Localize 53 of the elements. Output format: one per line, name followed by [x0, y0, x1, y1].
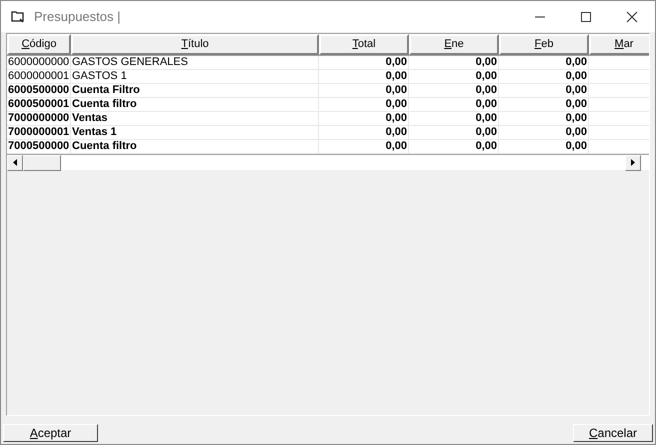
table-cell: 7000500000 — [8, 140, 70, 152]
scroll-right-button[interactable] — [625, 154, 641, 170]
table-cell: 0,00 — [566, 126, 587, 138]
column-header[interactable]: Total — [319, 34, 409, 55]
scroll-thumb[interactable] — [23, 154, 61, 170]
table-cell: GASTOS GENERALES — [72, 56, 188, 68]
table-cell: 0,00 — [476, 70, 497, 82]
table-cell: 6000500000 — [8, 84, 70, 96]
table-cell: 0,00 — [386, 56, 407, 68]
left-arrow-icon — [13, 159, 17, 166]
table-cell: 0,00 — [386, 98, 407, 110]
table-cell: Cuenta filtro — [72, 98, 137, 110]
table-cell: GASTOS 1 — [72, 70, 127, 82]
table-cell: 6000000000 — [8, 56, 70, 68]
table-cell: Ventas — [72, 112, 108, 124]
accept-button[interactable]: Aceptar — [3, 424, 98, 442]
table-cell: 0,00 — [386, 112, 407, 124]
column-header[interactable]: Código — [7, 34, 71, 55]
window-icon — [11, 10, 25, 23]
table-cell: 7000000000 — [8, 112, 70, 124]
table-cell: Ventas 1 — [72, 126, 117, 138]
table-cell: Cuenta Filtro — [72, 84, 140, 96]
column-header[interactable]: Mar — [589, 34, 649, 55]
table-cell: 0,00 — [386, 140, 407, 152]
table-cell: 0,00 — [476, 56, 497, 68]
maximize-icon[interactable] — [580, 10, 592, 22]
window-title: Presupuestos | — [34, 8, 120, 26]
table-cell: 0,00 — [566, 140, 587, 152]
close-icon[interactable] — [626, 10, 638, 22]
table-cell: Cuenta filtro — [72, 140, 137, 152]
right-arrow-icon — [631, 159, 635, 166]
table-cell: 0,00 — [566, 112, 587, 124]
column-header[interactable]: Feb — [499, 34, 589, 55]
column-header[interactable]: Ene — [409, 34, 499, 55]
table-cell: 0,00 — [476, 112, 497, 124]
table-cell: 0,00 — [566, 70, 587, 82]
table-cell: 0,00 — [566, 98, 587, 110]
table-cell: 0,00 — [386, 70, 407, 82]
table-cell: 0,00 — [476, 140, 497, 152]
table-cell: 0,00 — [476, 84, 497, 96]
table-cell: 0,00 — [566, 84, 587, 96]
horizontal-scrollbar[interactable] — [7, 154, 649, 170]
column-header[interactable]: Título — [71, 34, 319, 55]
cancel-button[interactable]: Cancelar — [573, 424, 653, 442]
table-cell: 7000000001 — [8, 126, 70, 138]
table-cell: 6000000001 — [8, 70, 70, 82]
table-cell: 6000500001 — [8, 98, 70, 110]
table-cell: 0,00 — [476, 126, 497, 138]
scroll-left-button[interactable] — [7, 154, 23, 170]
table-cell: 0,00 — [476, 98, 497, 110]
table-cell: 0,00 — [386, 126, 407, 138]
table-cell: 0,00 — [566, 56, 587, 68]
table-cell: 0,00 — [386, 84, 407, 96]
